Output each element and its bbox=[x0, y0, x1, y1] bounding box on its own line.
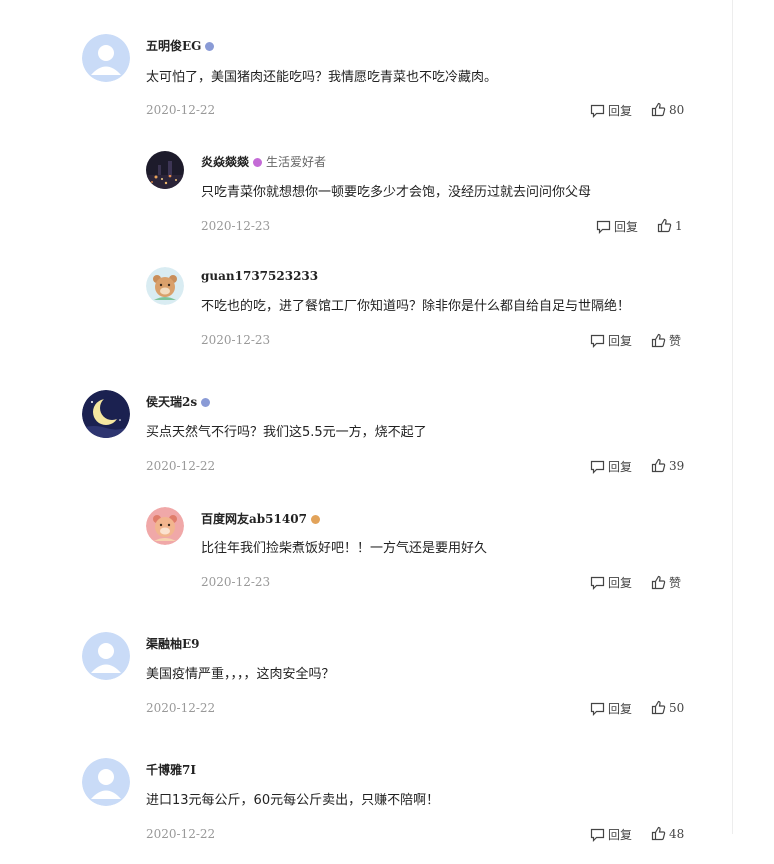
reply-button[interactable]: 回复 bbox=[590, 102, 632, 119]
like-button[interactable]: 1 bbox=[657, 218, 683, 233]
comment-text: 买点天然气不行吗？我们这5.5元一方，烧不起了 bbox=[146, 425, 427, 440]
reply-label: 回复 bbox=[608, 828, 633, 842]
comment-date: 2020-12-22 bbox=[146, 103, 216, 117]
comment-date: 2020-12-22 bbox=[146, 827, 216, 841]
avatar[interactable] bbox=[82, 34, 130, 82]
comment-icon bbox=[596, 220, 611, 234]
badge-icon bbox=[201, 398, 211, 407]
like-button[interactable]: 50 bbox=[651, 700, 684, 715]
reply-item: 炎焱燚燚 生活爱好者 只吃青菜你就想想你一顿要吃多少才会饱，没经历过就去问问你父母… bbox=[0, 148, 732, 258]
comment-icon bbox=[590, 104, 605, 118]
badge-icon bbox=[253, 158, 263, 167]
reply-label: 回复 bbox=[608, 460, 633, 474]
reply-label: 回复 bbox=[608, 702, 633, 716]
comment-date: 2020-12-23 bbox=[201, 219, 271, 233]
username[interactable]: 侯天瑞2s bbox=[146, 393, 211, 410]
comment-text: 比往年我们捡柴煮饭好吧！！一方气还是要用好久 bbox=[201, 541, 488, 556]
username[interactable]: guan1737523233 bbox=[201, 269, 318, 283]
reply-button[interactable]: 回复 bbox=[590, 332, 632, 349]
avatar[interactable] bbox=[82, 758, 130, 806]
thumbs-up-icon bbox=[651, 102, 666, 117]
badge-icon bbox=[310, 515, 320, 524]
reply-label: 回复 bbox=[608, 104, 633, 118]
badge-icon bbox=[205, 42, 215, 51]
like-label: 赞 bbox=[669, 576, 682, 590]
comment-date: 2020-12-23 bbox=[201, 333, 271, 347]
comment-date: 2020-12-22 bbox=[146, 459, 216, 473]
like-count: 1 bbox=[675, 218, 683, 233]
reply-label: 回复 bbox=[608, 576, 633, 590]
username[interactable]: 渠融柚E9 bbox=[146, 635, 200, 652]
username[interactable]: 五明俊EG bbox=[146, 37, 215, 54]
reply-item: guan1737523233 不吃也的吃，进了餐馆工厂你知道吗？除非你是什么都自… bbox=[0, 264, 732, 374]
avatar[interactable] bbox=[146, 267, 184, 305]
reply-label: 回复 bbox=[608, 334, 633, 348]
username[interactable]: 千博雅7I bbox=[146, 761, 196, 778]
comment-icon bbox=[590, 576, 605, 590]
comment-item: 五明俊EG 太可怕了，美国猪肉还能吃吗？我情愿吃青菜也不吃冷藏肉。 2020-1… bbox=[0, 30, 732, 140]
comment-item: 渠融柚E9 美国疫情严重，，，，这肉安全吗？ 2020-12-22 回复 50 bbox=[0, 628, 732, 738]
reply-item: 百度网友ab51407 比往年我们捡柴煮饭好吧！！一方气还是要用好久 2020-… bbox=[0, 504, 732, 614]
reply-button[interactable]: 回复 bbox=[590, 700, 632, 717]
reply-button[interactable]: 回复 bbox=[596, 218, 638, 235]
thumbs-up-icon bbox=[651, 333, 666, 348]
comment-item: 侯天瑞2s 买点天然气不行吗？我们这5.5元一方，烧不起了 2020-12-22… bbox=[0, 386, 732, 496]
comment-item: 千博雅7I 进口13元每公斤，60元每公斤卖出，只赚不陪啊！ 2020-12-2… bbox=[0, 754, 732, 864]
like-label: 赞 bbox=[669, 334, 682, 348]
avatar[interactable] bbox=[82, 632, 130, 680]
like-count: 80 bbox=[669, 102, 685, 117]
comment-text: 进口13元每公斤，60元每公斤卖出，只赚不陪啊！ bbox=[146, 793, 440, 808]
avatar[interactable] bbox=[82, 390, 130, 438]
reply-button[interactable]: 回复 bbox=[590, 574, 632, 591]
reply-label: 回复 bbox=[614, 220, 639, 234]
comment-date: 2020-12-23 bbox=[201, 575, 271, 589]
like-count: 50 bbox=[669, 700, 685, 715]
comment-text: 太可怕了，美国猪肉还能吃吗？我情愿吃青菜也不吃冷藏肉。 bbox=[146, 70, 498, 85]
thumbs-up-icon bbox=[651, 700, 666, 715]
like-button[interactable]: 赞 bbox=[651, 332, 681, 349]
user-tag: 生活爱好者 bbox=[266, 155, 327, 169]
like-button[interactable]: 赞 bbox=[651, 574, 681, 591]
comment-icon bbox=[590, 828, 605, 842]
content-divider bbox=[732, 0, 733, 834]
comment-text: 只吃青菜你就想想你一顿要吃多少才会饱，没经历过就去问问你父母 bbox=[201, 185, 592, 200]
thumbs-up-icon bbox=[657, 218, 672, 233]
thumbs-up-icon bbox=[651, 458, 666, 473]
avatar[interactable] bbox=[146, 507, 184, 545]
username[interactable]: 炎焱燚燚 生活爱好者 bbox=[201, 153, 326, 170]
comment-date: 2020-12-22 bbox=[146, 701, 216, 715]
username[interactable]: 百度网友ab51407 bbox=[201, 510, 320, 527]
like-button[interactable]: 80 bbox=[651, 102, 684, 117]
like-count: 39 bbox=[669, 458, 685, 473]
like-button[interactable]: 39 bbox=[651, 458, 684, 473]
thumbs-up-icon bbox=[651, 575, 666, 590]
avatar[interactable] bbox=[146, 151, 184, 189]
comment-text: 美国疫情严重，，，，这肉安全吗？ bbox=[146, 667, 335, 682]
comment-icon bbox=[590, 702, 605, 716]
comment-text: 不吃也的吃，进了餐馆工厂你知道吗？除非你是什么都自给自足与世隔绝！ bbox=[201, 299, 631, 314]
comment-icon bbox=[590, 460, 605, 474]
comment-icon bbox=[590, 334, 605, 348]
reply-button[interactable]: 回复 bbox=[590, 826, 632, 843]
reply-button[interactable]: 回复 bbox=[590, 458, 632, 475]
